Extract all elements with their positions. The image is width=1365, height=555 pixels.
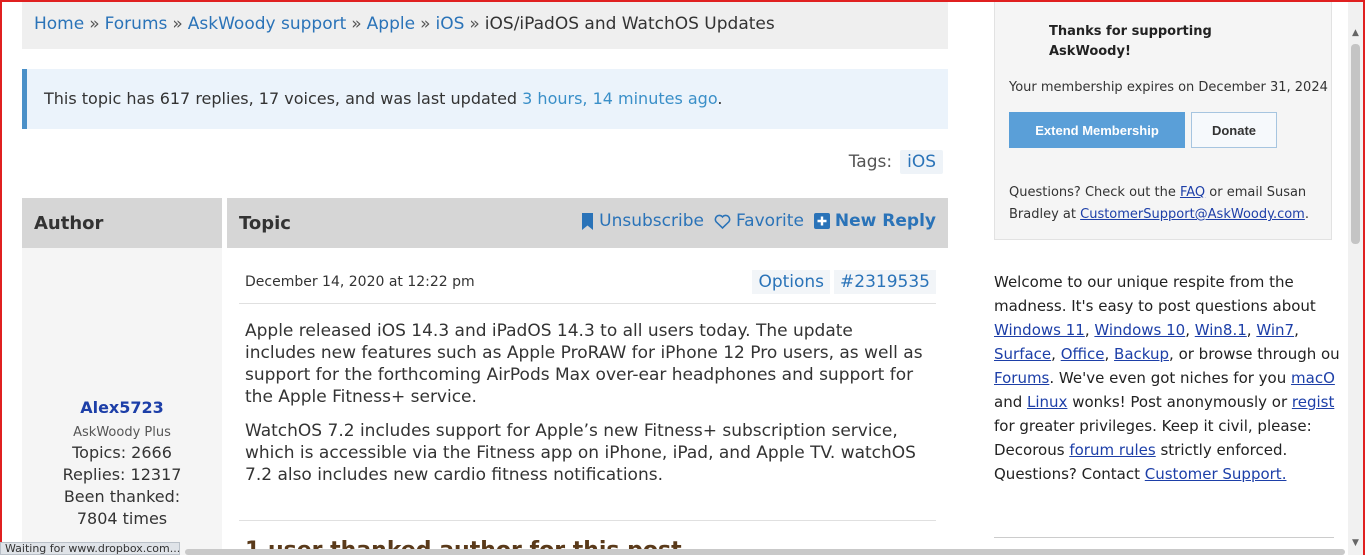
breadcrumb-separator: »	[469, 14, 480, 34]
office-link[interactable]: Office	[1061, 345, 1105, 363]
breadcrumb-separator: »	[420, 14, 431, 34]
breadcrumb-ios[interactable]: iOS	[435, 14, 464, 34]
membership-questions: Questions? Check out the FAQ or email Su…	[1009, 182, 1329, 226]
membership-thanks: Thanks for supporting AskWoody!	[1049, 22, 1249, 62]
post-options: Options #2319535	[752, 270, 936, 294]
welcome-line: madness. It's easy to post questions abo…	[994, 297, 1316, 315]
horizontal-scrollbar[interactable]	[185, 549, 1345, 555]
extend-membership-button[interactable]: Extend Membership	[1009, 112, 1185, 148]
post-meta: December 14, 2020 at 12:22 pm Options #2…	[239, 258, 936, 304]
author-column-header: Author	[22, 198, 222, 248]
post-date: December 14, 2020 at 12:22 pm	[245, 274, 475, 290]
welcome-line: Welcome to our unique respite from the	[994, 273, 1294, 291]
new-reply-label: New Reply	[834, 211, 936, 231]
questions-text: Questions? Check out the	[1009, 185, 1180, 200]
win7-link[interactable]: Win7	[1256, 321, 1294, 339]
post-permalink[interactable]: #2319535	[834, 270, 936, 294]
post: December 14, 2020 at 12:22 pm Options #2…	[227, 248, 948, 555]
breadcrumb-apple[interactable]: Apple	[367, 14, 415, 34]
vertical-scrollbar[interactable]: ▲ ▼	[1348, 0, 1363, 555]
breadcrumb-separator: »	[172, 14, 183, 34]
last-updated-link[interactable]: 3 hours, 14 minutes ago	[522, 89, 717, 108]
tag-ios[interactable]: iOS	[900, 150, 943, 174]
new-reply-button[interactable]: New Reply	[813, 211, 936, 231]
author-thanked-count: 7804 times	[76, 509, 168, 528]
customer-support-link[interactable]: Customer Support.	[1145, 465, 1287, 483]
post-paragraph: Apple released iOS 14.3 and iPadOS 14.3 …	[245, 321, 923, 407]
breadcrumb-current: iOS/iPadOS and WatchOS Updates	[484, 14, 775, 34]
author-info: Alex5723 AskWoody Plus Topics: 2666 Repl…	[22, 398, 222, 530]
scroll-down-arrow-icon[interactable]: ▼	[1348, 538, 1363, 548]
notice-text: This topic has 617 replies, 17 voices, a…	[44, 89, 523, 108]
author-replies: Replies: 12317	[62, 465, 182, 484]
welcome-line: for greater privileges. Keep it civil, p…	[994, 417, 1312, 435]
membership-expiry: Your membership expires on December 31, …	[1009, 80, 1328, 95]
author-thanked-label: Been thanked:	[63, 487, 181, 506]
unsubscribe-label: Unsubscribe	[599, 211, 704, 231]
win81-link[interactable]: Win8.1	[1195, 321, 1247, 339]
author-topics: Topics: 2666	[72, 443, 172, 462]
unsubscribe-button[interactable]: Unsubscribe	[581, 211, 704, 231]
breadcrumb-askwoody-support[interactable]: AskWoody support	[188, 14, 346, 34]
post-body: Apple released iOS 14.3 and iPadOS 14.3 …	[245, 320, 925, 498]
heart-icon	[714, 214, 731, 229]
welcome-line: Windows 11, Windows 10, Win8.1, Win7,	[994, 321, 1299, 339]
favorite-label: Favorite	[735, 211, 804, 231]
thanks-line: AskWoody!	[1049, 44, 1131, 59]
sidebar: Thanks for supporting AskWoody! Your mem…	[975, 0, 1365, 555]
scroll-thumb[interactable]	[1351, 44, 1360, 244]
thanks-line: Thanks for supporting	[1049, 24, 1212, 39]
post-paragraph: WatchOS 7.2 includes support for Apple’s…	[245, 421, 916, 485]
breadcrumb-separator: »	[89, 14, 100, 34]
macos-link[interactable]: macO	[1291, 369, 1335, 387]
author-name[interactable]: Alex5723	[22, 398, 222, 417]
welcome-text: Welcome to our unique respite from the m…	[994, 270, 1364, 486]
surface-link[interactable]: Surface	[994, 345, 1051, 363]
support-email-link[interactable]: CustomerSupport@AskWoody.com	[1080, 207, 1305, 222]
author-role: AskWoody Plus	[73, 425, 171, 440]
browser-status-bar: Waiting for www.dropbox.com...	[0, 542, 180, 555]
main-column: Home» Forums» AskWoody support» Apple» iOS» i…	[22, 0, 948, 555]
breadcrumb-home[interactable]: Home	[34, 14, 84, 34]
linux-link[interactable]: Linux	[1027, 393, 1067, 411]
backup-link[interactable]: Backup	[1114, 345, 1169, 363]
author-card: Alex5723 AskWoody Plus Topics: 2666 Repl…	[22, 248, 222, 555]
welcome-line: Surface, Office, Backup, or browse throu…	[994, 345, 1340, 363]
breadcrumb: Home» Forums» AskWoody support» Apple» iOS» i…	[22, 0, 948, 49]
sidebar-divider	[994, 537, 1334, 538]
membership-box: Thanks for supporting AskWoody! Your mem…	[994, 0, 1332, 240]
tags-label: Tags:	[848, 152, 893, 172]
welcome-line: Forums. We've even got niches for you ma…	[994, 369, 1335, 387]
topic-column-header: Topic Unsubscribe Favorite New Reply	[227, 198, 948, 248]
favorite-button[interactable]: Favorite	[714, 211, 804, 231]
windows-11-link[interactable]: Windows 11	[994, 321, 1085, 339]
questions-text: .	[1304, 207, 1309, 222]
forums-link[interactable]: Forums	[994, 369, 1049, 387]
breadcrumb-forums[interactable]: Forums	[105, 14, 168, 34]
register-link[interactable]: regist	[1292, 393, 1334, 411]
notice-suffix: .	[717, 89, 723, 108]
topic-header-label: Topic	[239, 213, 291, 234]
topic-actions: Unsubscribe Favorite New Reply	[581, 211, 936, 231]
windows-10-link[interactable]: Windows 10	[1094, 321, 1185, 339]
scroll-up-arrow-icon[interactable]: ▲	[1348, 28, 1363, 38]
options-button[interactable]: Options	[752, 270, 831, 294]
welcome-line: Questions? Contact Customer Support.	[994, 465, 1287, 483]
welcome-line: and Linux wonks! Post anonymously or reg…	[994, 393, 1335, 411]
breadcrumb-separator: »	[351, 14, 362, 34]
donate-button[interactable]: Donate	[1191, 112, 1277, 148]
forum-rules-link[interactable]: forum rules	[1069, 441, 1155, 459]
bookmark-icon	[582, 212, 594, 230]
plus-square-icon	[813, 213, 830, 229]
tags-row: Tags: iOS	[849, 150, 943, 174]
faq-link[interactable]: FAQ	[1180, 185, 1205, 200]
welcome-line: Decorous forum rules strictly enforced.	[994, 441, 1288, 459]
post-divider	[239, 520, 936, 521]
topic-info-notice: This topic has 617 replies, 17 voices, a…	[22, 69, 948, 129]
